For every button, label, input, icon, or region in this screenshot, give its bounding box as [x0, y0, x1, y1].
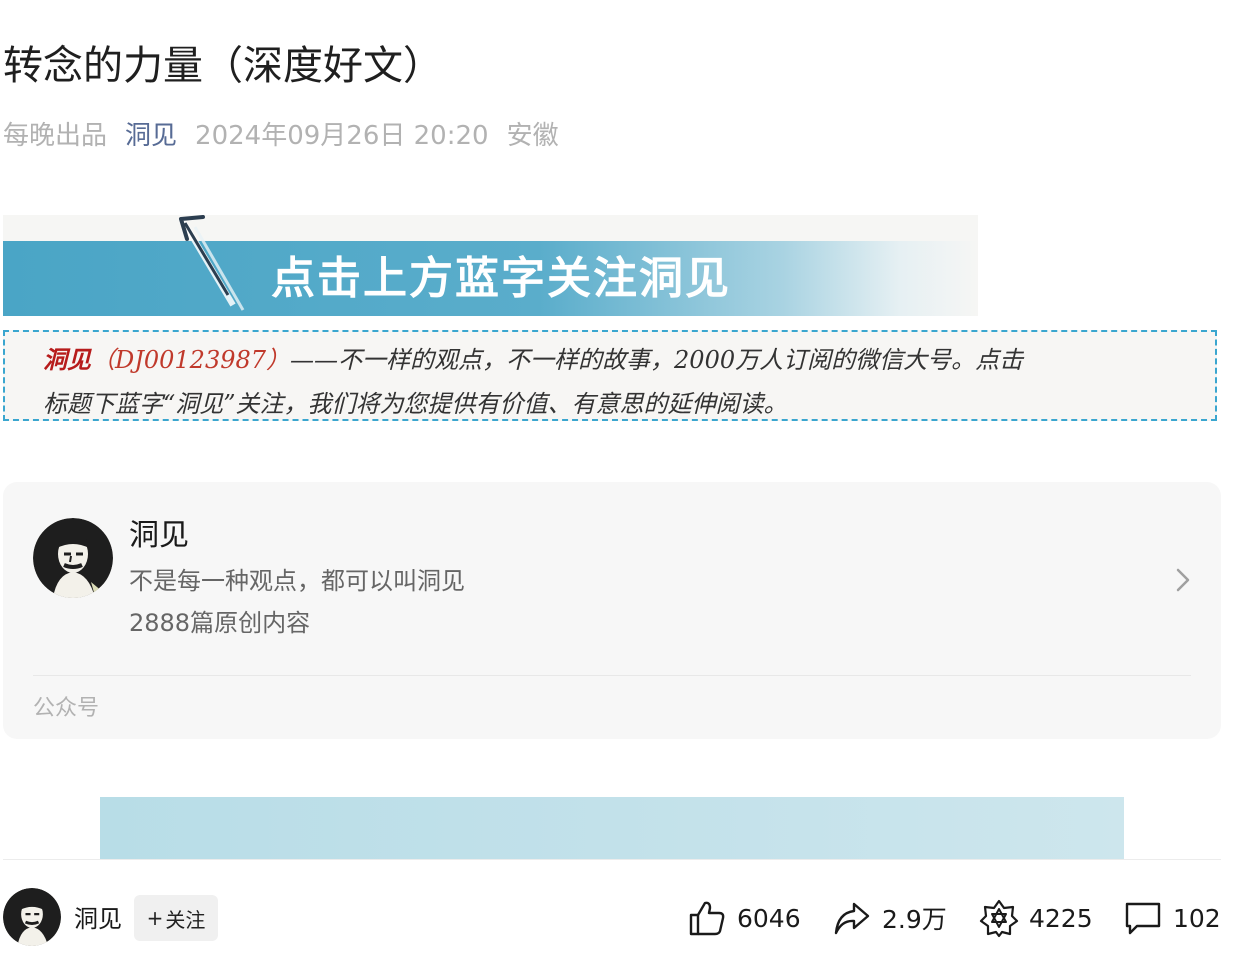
account-name: 洞见	[129, 518, 189, 553]
account-avatar	[33, 518, 113, 598]
article-meta: 每晚出品 洞见 2024年09月26日 20:20 安徽	[3, 118, 559, 154]
chevron-right-icon	[1176, 568, 1190, 592]
comment-icon	[1125, 902, 1161, 935]
account-original-count: 2888篇原创内容	[129, 609, 311, 637]
article-title: 转念的力量（深度好文）	[3, 43, 443, 89]
like-count: 6046	[737, 903, 801, 933]
wow-button[interactable]: 4225	[979, 896, 1093, 940]
meta-author-link[interactable]: 洞见	[125, 118, 177, 154]
like-button[interactable]: 6046	[687, 896, 801, 940]
account-slogan: 不是每一种观点，都可以叫洞见	[129, 567, 465, 595]
intro-account-id: （DJ00123987）	[91, 346, 291, 374]
plus-icon: +	[146, 906, 164, 930]
wow-count: 4225	[1029, 903, 1093, 933]
banner-text: 点击上方蓝字关注洞见	[271, 253, 731, 304]
author-avatar[interactable]	[3, 888, 61, 946]
share-count: 2.9万	[882, 905, 947, 934]
follow-label: 关注	[165, 907, 206, 932]
follow-banner-image: 点击上方蓝字关注洞见	[3, 215, 978, 316]
card-divider	[33, 675, 1191, 676]
share-button[interactable]: 2.9万	[832, 896, 947, 940]
meta-prefix: 每晚出品	[3, 121, 108, 151]
intro-line-2: 标题下蓝字“洞见”关注，我们将为您提供有价值、有意思的延伸阅读。	[43, 390, 788, 418]
intro-line-1: 洞见（DJ00123987）——不一样的观点，不一样的故事，2000万人订阅的微…	[43, 338, 1177, 382]
intro-account-name: 洞见	[43, 345, 91, 374]
thumbs-up-icon	[689, 901, 725, 936]
comment-count: 102	[1173, 903, 1221, 933]
meta-datetime: 2024年09月26日 20:20	[195, 121, 489, 151]
article-image	[100, 797, 1124, 859]
wow-star-icon	[979, 899, 1019, 938]
meta-location: 安徽	[506, 121, 559, 151]
intro-line1-rest: ——不一样的观点，不一样的故事，2000万人订阅的微信大号。点击	[290, 346, 1024, 374]
arrow-up-icon	[179, 215, 245, 311]
author-name[interactable]: 洞见	[74, 902, 122, 936]
comment-button[interactable]: 102	[1123, 896, 1221, 940]
account-card[interactable]: 洞见 不是每一种观点，都可以叫洞见 2888篇原创内容 公众号	[3, 482, 1221, 739]
account-type-label: 公众号	[33, 696, 100, 721]
bottom-action-bar: 洞见 + 关注 6046 2.9万 4225 102	[3, 859, 1221, 962]
follow-button[interactable]: + 关注	[134, 895, 218, 941]
share-arrow-icon	[834, 902, 870, 935]
intro-box: 洞见（DJ00123987）——不一样的观点，不一样的故事，2000万人订阅的微…	[3, 330, 1217, 421]
